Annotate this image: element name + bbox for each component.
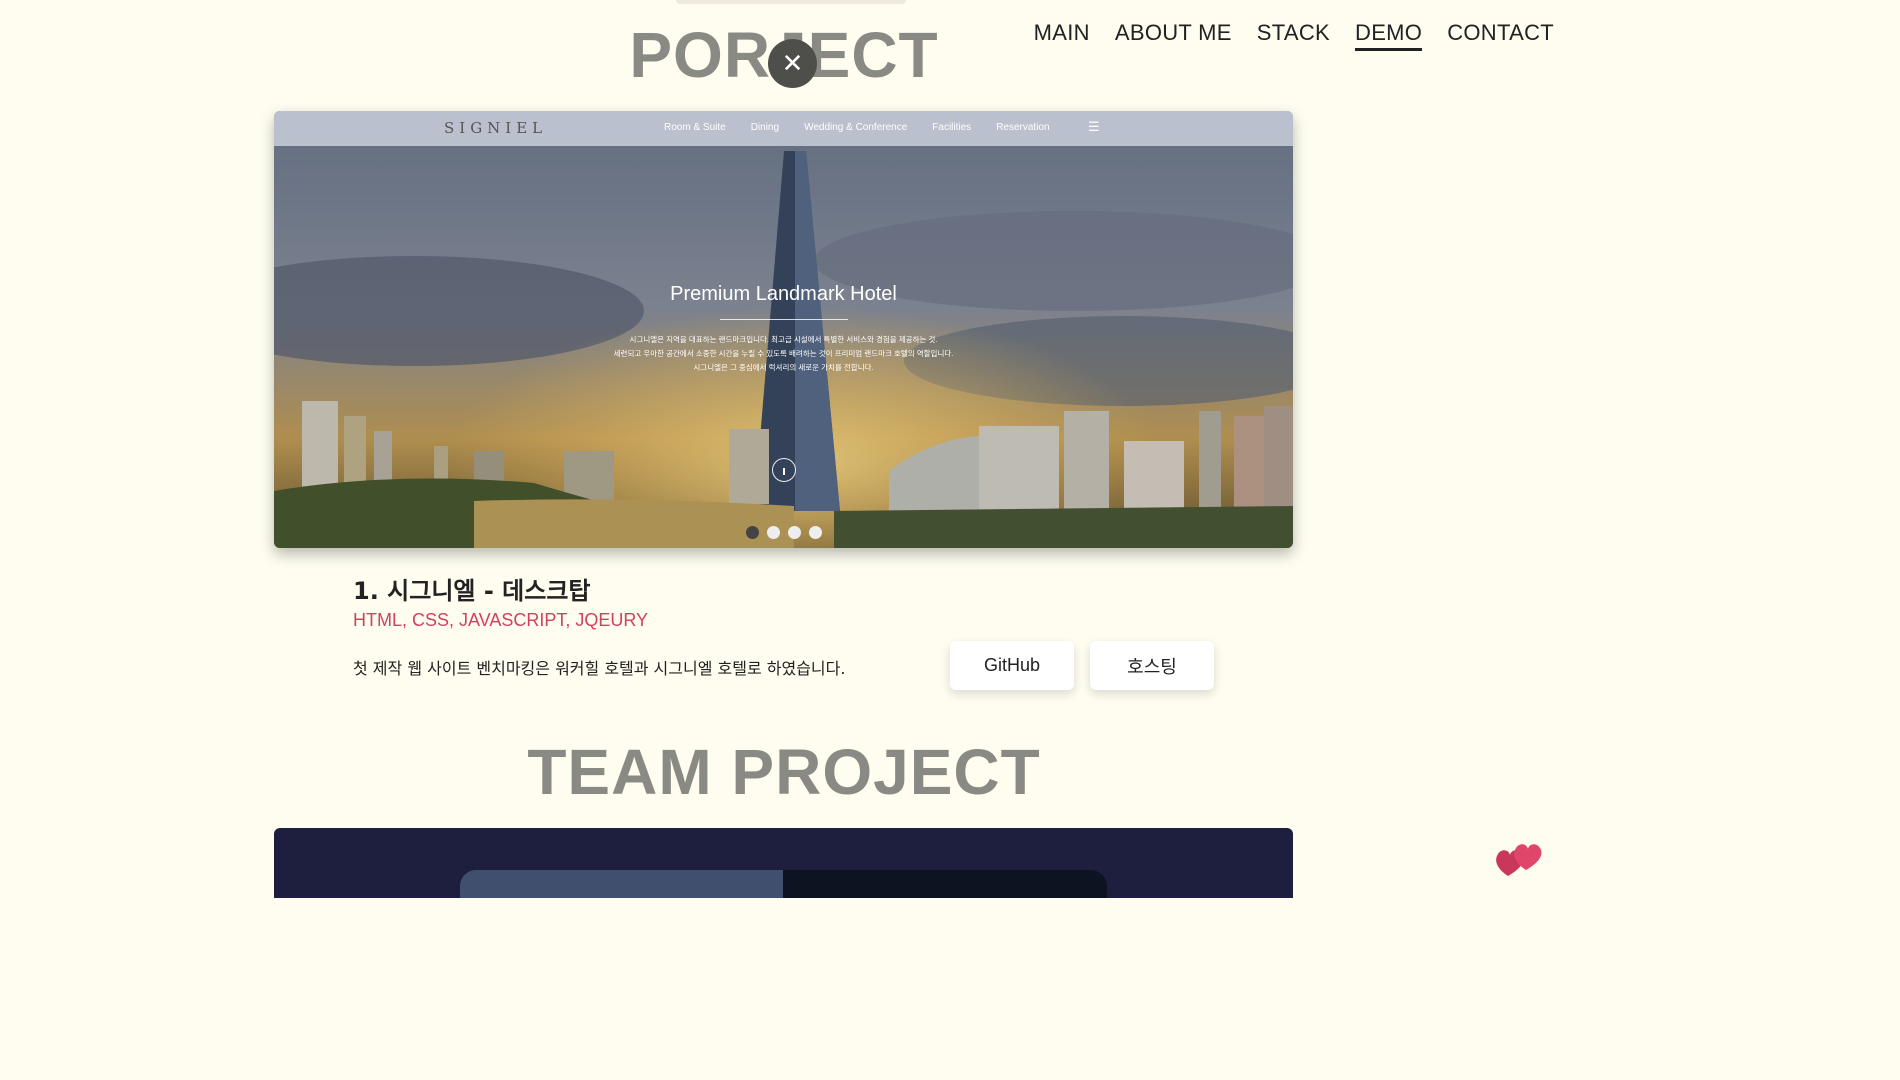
close-icon: ✕ — [781, 48, 804, 79]
slide-dot[interactable] — [788, 526, 801, 539]
preview-menu-item: Dining — [750, 122, 780, 133]
close-button[interactable]: ✕ — [768, 39, 817, 88]
hearts-icon[interactable] — [1494, 838, 1546, 878]
preview-menu: Room & Suite Dining Wedding & Conference… — [664, 122, 1050, 133]
hero-desc-line: 시그니엘은 그 중심에서 럭셔리의 새로운 가치를 전합니다. — [693, 363, 874, 372]
hero-desc-line: 시그니엘은 지역을 대표하는 랜드마크입니다. 최고급 시설에서 특별한 서비스… — [629, 335, 938, 344]
hotel-city-photo — [274, 111, 1293, 548]
slide-dot[interactable] — [746, 526, 759, 539]
slide-dot[interactable] — [809, 526, 822, 539]
top-scroll-hint — [676, 0, 906, 4]
slide-dot[interactable] — [767, 526, 780, 539]
project-title: 1. 시그니엘 - 데스크탑 — [353, 577, 591, 605]
hamburger-icon: ☰ — [1088, 120, 1100, 135]
preview-menu-item: Facilities — [932, 122, 972, 133]
hosting-button[interactable]: 호스팅 — [1090, 641, 1214, 690]
team-preview-left — [460, 870, 783, 898]
project-description: 첫 제작 웹 사이트 벤치마킹은 워커힐 호텔과 시그니엘 호텔로 하였습니다. — [353, 659, 846, 678]
hero-divider — [720, 319, 848, 320]
preview-menu-item: Room & Suite — [664, 122, 726, 133]
github-button[interactable]: GitHub — [950, 641, 1074, 690]
team-project-card — [274, 828, 1293, 898]
preview-menu-item: Reservation — [996, 122, 1050, 133]
preview-menu-item: Wedding & Conference — [804, 122, 908, 133]
slide-pagination — [746, 526, 822, 539]
preview-logo: SIGNIEL — [444, 119, 548, 137]
preview-hero-desc: 시그니엘은 지역을 대표하는 랜드마크입니다. 최고급 시설에서 특별한 서비스… — [274, 333, 1293, 375]
project-tech-stack: HTML, CSS, JAVASCRIPT, JQEURY — [353, 610, 649, 630]
project-preview-image: SIGNIEL Room & Suite Dining Wedding & Co… — [274, 111, 1293, 548]
preview-hero-title: Premium Landmark Hotel — [670, 283, 897, 305]
hero-desc-line: 세련되고 우아한 공간에서 소중한 시간을 누릴 수 있도록 배려하는 것이 프… — [613, 349, 954, 358]
preview-header: SIGNIEL Room & Suite Dining Wedding & Co… — [274, 111, 1293, 146]
scroll-down-icon — [772, 458, 796, 482]
team-project-section-title: TEAM PROJECT — [527, 736, 1041, 808]
team-preview-right — [783, 870, 1107, 898]
